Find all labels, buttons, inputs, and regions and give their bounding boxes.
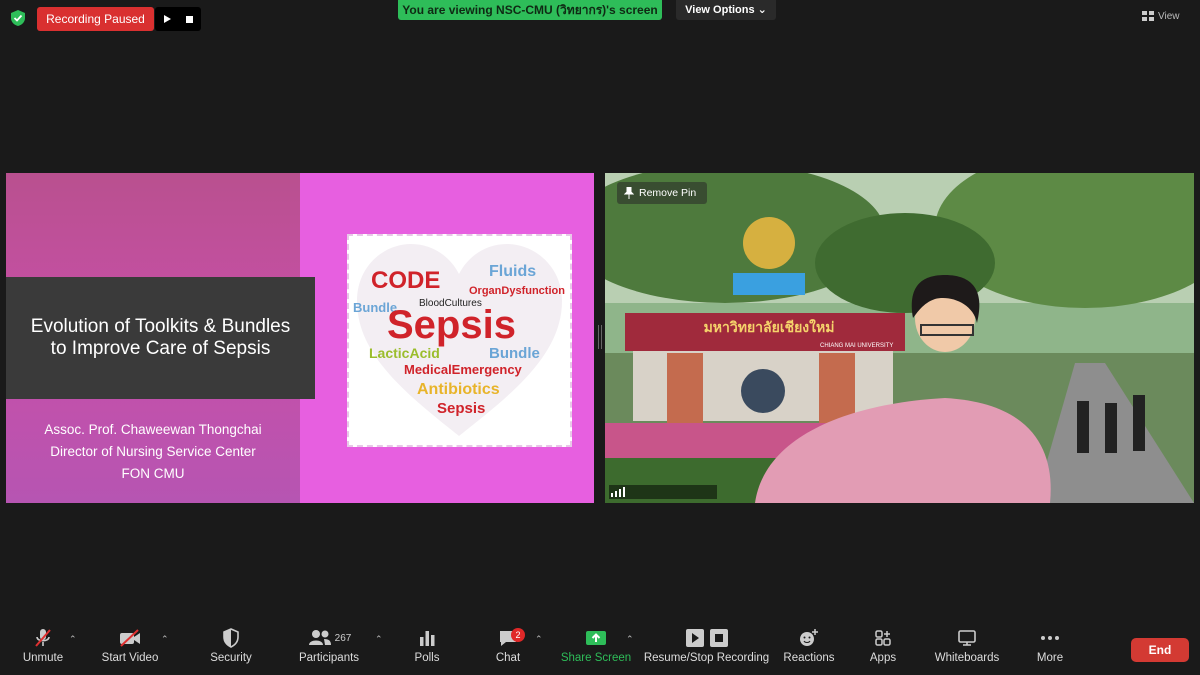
participants-count: 267 xyxy=(334,632,352,644)
wc-lactic: LacticAcid xyxy=(369,345,440,361)
signal-bar-icon xyxy=(611,493,613,497)
slide-title-line1: Evolution of Toolkits & Bundles xyxy=(30,316,291,337)
security-shield-icon[interactable] xyxy=(8,8,28,28)
wc-sepsis-small: Sepsis xyxy=(437,400,485,417)
campus-sign-thai: มหาวิทยาลัยเชียงใหม่ xyxy=(704,318,835,336)
signal-bar-icon xyxy=(615,491,617,497)
share-screen-label: Share Screen xyxy=(560,652,632,664)
sepsis-word-cloud: CODE Fluids BloodCultures OrganDysfuncti… xyxy=(347,234,572,447)
polls-button[interactable]: Polls xyxy=(412,624,442,672)
security-button[interactable]: Security xyxy=(206,624,256,672)
chat-unread-badge: 2 xyxy=(511,628,525,642)
stop-recording-icon[interactable] xyxy=(185,15,194,24)
slide-author: Assoc. Prof. Chaweewan Thongchai Directo… xyxy=(6,419,300,485)
unmute-label: Unmute xyxy=(22,652,64,664)
end-meeting-button[interactable]: End xyxy=(1131,638,1189,662)
participants-icon xyxy=(308,630,331,645)
author-name: Assoc. Prof. Chaweewan Thongchai xyxy=(44,422,262,437)
view-options-button[interactable]: View Options ⌄ xyxy=(676,0,776,20)
start-video-label: Start Video xyxy=(101,652,159,664)
wc-bundle-2: Bundle xyxy=(489,345,540,362)
connection-signal xyxy=(609,485,717,499)
recording-status: Recording Paused xyxy=(37,7,154,31)
video-frame-scene: มหาวิทยาลัยเชียงใหม่ CHIANG MAI UNIVERSI… xyxy=(605,173,1194,503)
video-off-icon xyxy=(120,629,140,647)
more-dots-icon xyxy=(1041,636,1059,640)
start-video-button[interactable]: Start Video xyxy=(98,624,162,672)
grid-view-icon xyxy=(1142,11,1154,21)
recording-controls xyxy=(155,7,201,31)
audio-options-caret-icon[interactable]: ⌃ xyxy=(69,634,77,645)
slide-title: Evolution of Toolkits & Bundles to Impro… xyxy=(6,277,315,399)
apps-button[interactable]: Apps xyxy=(868,624,898,672)
shared-screen-slide: Evolution of Toolkits & Bundles to Impro… xyxy=(6,173,594,503)
whiteboard-icon xyxy=(958,630,976,646)
wc-antibiotics: Antibiotics xyxy=(417,381,500,398)
remove-pin-label: Remove Pin xyxy=(639,187,697,199)
pin-icon xyxy=(624,187,634,199)
stop-icon xyxy=(709,629,728,647)
speaker-video[interactable]: มหาวิทยาลัยเชียงใหม่ CHIANG MAI UNIVERSI… xyxy=(605,173,1194,503)
chat-button[interactable]: Chat 2 xyxy=(492,624,525,672)
polls-label: Polls xyxy=(414,652,440,664)
slide-title-line2: to Improve Care of Sepsis xyxy=(50,338,271,359)
share-screen-button[interactable]: Share Screen xyxy=(561,624,631,672)
meeting-toolbar: Unmute ⌃ Start Video ⌃ Security 267 Part… xyxy=(0,620,1200,675)
security-label: Security xyxy=(210,652,252,664)
remove-pin-button[interactable]: Remove Pin xyxy=(617,182,707,204)
whiteboards-label: Whiteboards xyxy=(934,652,1000,664)
wc-medical: MedicalEmergency xyxy=(404,362,523,377)
participants-button[interactable]: 267 Participants xyxy=(296,624,362,672)
video-options-caret-icon[interactable]: ⌃ xyxy=(161,634,169,645)
polls-icon xyxy=(420,631,435,646)
more-button[interactable]: More xyxy=(1034,624,1066,672)
reactions-button[interactable]: Reactions xyxy=(782,624,836,672)
wc-organ: OrganDysfunction xyxy=(469,285,565,297)
resume-icon xyxy=(685,629,704,647)
campus-sign-english: CHIANG MAI UNIVERSITY xyxy=(820,343,893,349)
view-label: View xyxy=(1158,10,1180,22)
author-position: Director of Nursing Service Center xyxy=(50,444,256,459)
wc-sepsis-main: Sepsis xyxy=(387,303,516,347)
signal-bar-icon xyxy=(619,489,621,497)
participants-label: Participants xyxy=(298,652,360,664)
recording-label: Resume/Stop Recording xyxy=(643,652,770,664)
share-screen-caret-icon[interactable]: ⌃ xyxy=(626,634,634,645)
word-cloud-heart: CODE Fluids BloodCultures OrganDysfuncti… xyxy=(353,244,565,436)
unmute-button[interactable]: Unmute xyxy=(20,624,66,672)
shield-icon xyxy=(223,628,239,648)
apps-label: Apps xyxy=(869,652,897,664)
participants-caret-icon[interactable]: ⌃ xyxy=(375,634,383,645)
split-view-divider[interactable] xyxy=(598,325,602,349)
chat-caret-icon[interactable]: ⌃ xyxy=(535,634,543,645)
share-screen-icon xyxy=(586,631,606,645)
wc-fluids: Fluids xyxy=(489,263,536,280)
author-affiliation: FON CMU xyxy=(121,466,185,481)
whiteboards-button[interactable]: Whiteboards xyxy=(931,624,1003,672)
apps-icon xyxy=(875,630,891,646)
signal-bar-icon xyxy=(623,487,625,497)
view-button[interactable]: View xyxy=(1142,6,1190,26)
microphone-muted-icon xyxy=(35,629,51,647)
resume-recording-icon[interactable] xyxy=(162,14,172,24)
wc-code: CODE xyxy=(371,267,440,294)
viewing-banner: You are viewing NSC-CMU (วิทยากร)'s scre… xyxy=(398,0,662,20)
resume-stop-recording-button[interactable]: Resume/Stop Recording xyxy=(643,624,770,672)
reactions-label: Reactions xyxy=(783,652,835,664)
reactions-smiley-icon xyxy=(800,629,818,646)
more-label: More xyxy=(1036,652,1064,664)
chat-label: Chat xyxy=(495,652,521,664)
